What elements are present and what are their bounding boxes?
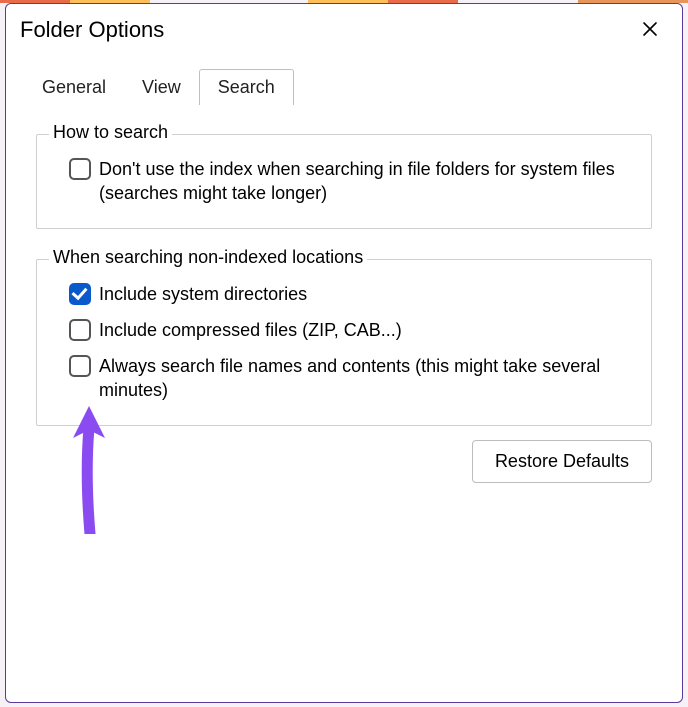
restore-row: Restore Defaults — [6, 426, 682, 483]
titlebar: Folder Options — [6, 4, 682, 56]
option-include-system-dirs[interactable]: Include system directories — [53, 276, 635, 312]
option-label: Include system directories — [99, 282, 307, 306]
option-always-search-contents[interactable]: Always search file names and contents (t… — [53, 348, 635, 409]
option-include-compressed[interactable]: Include compressed files (ZIP, CAB...) — [53, 312, 635, 348]
option-label: Don't use the index when searching in fi… — [99, 157, 635, 206]
group-non-indexed: When searching non-indexed locations Inc… — [36, 259, 652, 426]
folder-options-dialog: Folder Options General View Search How t… — [5, 3, 683, 703]
option-label: Always search file names and contents (t… — [99, 354, 635, 403]
tab-content-search: How to search Don't use the index when s… — [6, 104, 682, 426]
close-icon — [642, 17, 658, 43]
checkbox-include-system-dirs[interactable] — [69, 283, 91, 305]
restore-defaults-button[interactable]: Restore Defaults — [472, 440, 652, 483]
checkbox-include-compressed[interactable] — [69, 319, 91, 341]
tab-general[interactable]: General — [24, 70, 124, 105]
checkbox-always-search-contents[interactable] — [69, 355, 91, 377]
tab-view[interactable]: View — [124, 70, 199, 105]
option-dont-use-index[interactable]: Don't use the index when searching in fi… — [53, 151, 635, 212]
group-legend-non-indexed: When searching non-indexed locations — [49, 247, 367, 268]
tab-strip: General View Search — [6, 56, 682, 104]
tab-search[interactable]: Search — [199, 69, 294, 105]
group-how-to-search: How to search Don't use the index when s… — [36, 134, 652, 229]
close-button[interactable] — [632, 12, 668, 48]
checkbox-dont-use-index[interactable] — [69, 158, 91, 180]
group-legend-how-to-search: How to search — [49, 122, 172, 143]
window-title: Folder Options — [20, 17, 164, 43]
option-label: Include compressed files (ZIP, CAB...) — [99, 318, 402, 342]
